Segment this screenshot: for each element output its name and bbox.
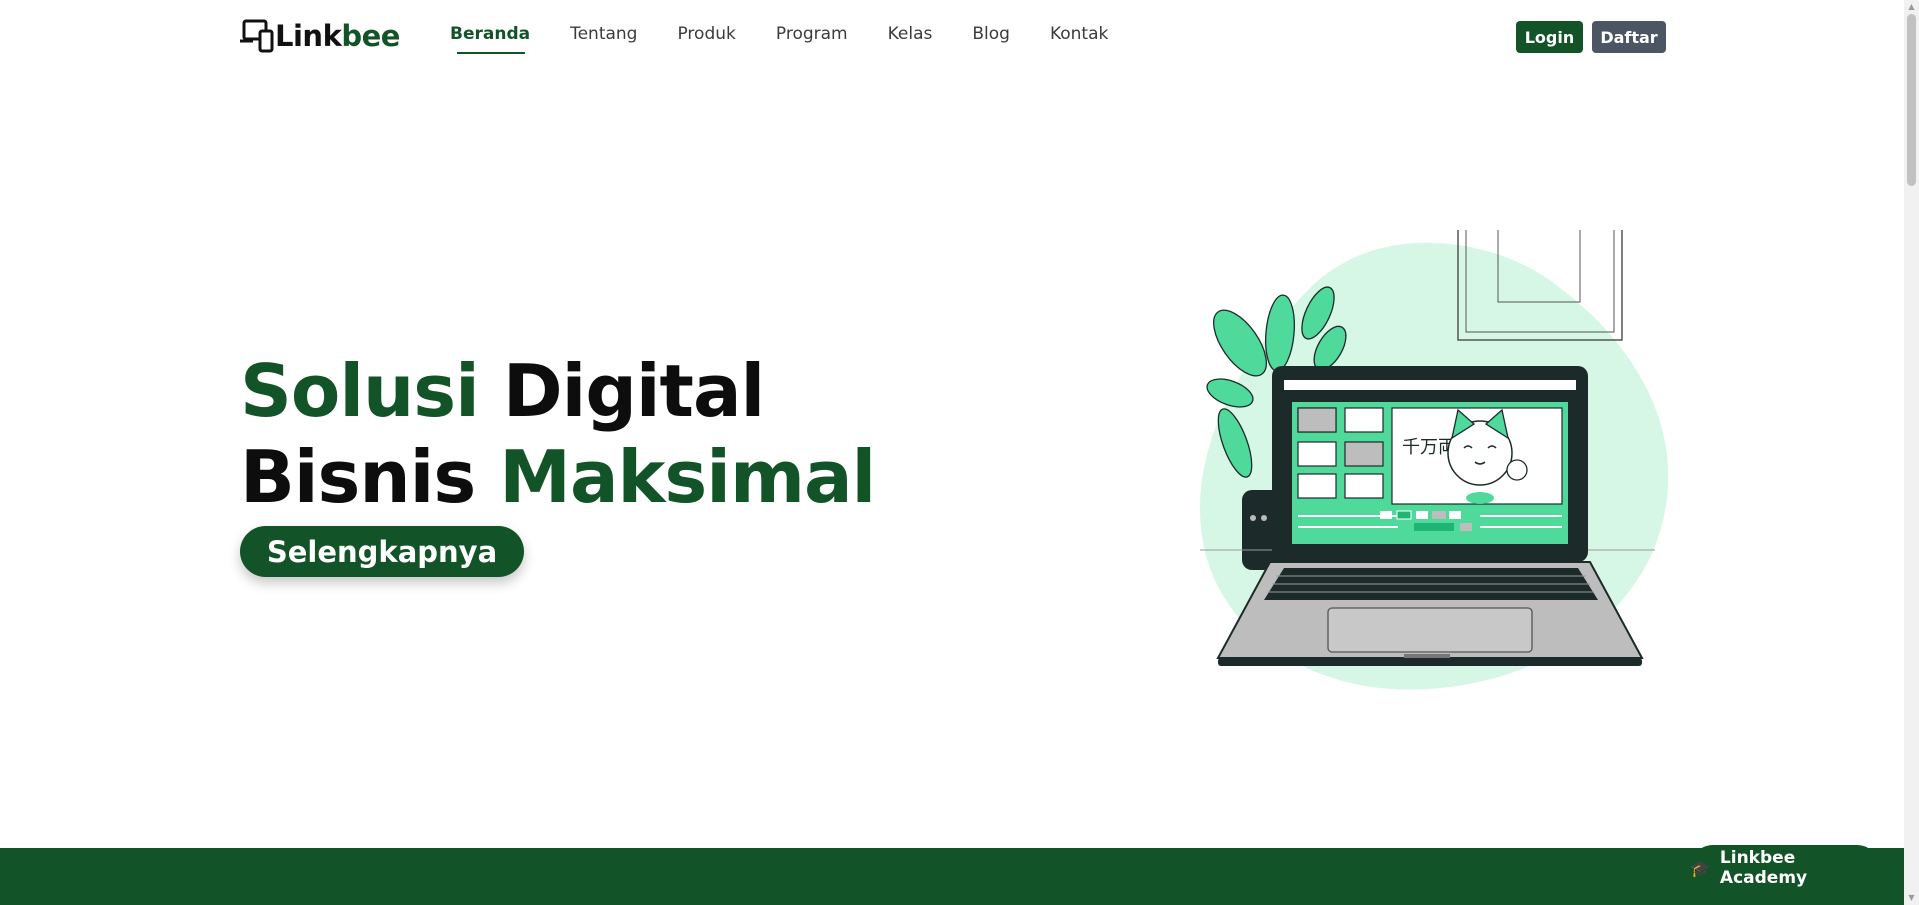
hero-title-word: Solusi	[240, 349, 480, 433]
footer-band	[0, 848, 1904, 905]
brand-name: Linkbee	[275, 19, 400, 53]
hero-title: Solusi Digital Bisnis Maksimal	[240, 348, 876, 520]
nav-item-tentang[interactable]: Tentang	[570, 24, 637, 54]
nav-item-kelas[interactable]: Kelas	[888, 24, 933, 54]
scrollbar-thumb[interactable]	[1907, 14, 1916, 186]
scroll-down-icon[interactable]: ▼	[1904, 891, 1919, 905]
nav-item-produk[interactable]: Produk	[677, 24, 735, 54]
graduation-cap-icon: 🎓	[1690, 858, 1710, 878]
hero-title-word: Digital	[502, 349, 765, 433]
scroll-up-icon[interactable]: ▲	[1904, 0, 1919, 14]
hero-illustration: 千万両	[1180, 228, 1670, 694]
linkbee-academy-label: Linkbee Academy	[1719, 848, 1808, 888]
nav-item-kontak[interactable]: Kontak	[1050, 24, 1108, 54]
login-button[interactable]: Login	[1516, 21, 1583, 53]
hero-title-word: Bisnis	[240, 435, 476, 519]
nav-item-program[interactable]: Program	[776, 24, 848, 54]
nav-item-beranda[interactable]: Beranda	[450, 24, 530, 54]
nav-item-blog[interactable]: Blog	[972, 24, 1010, 54]
main-nav: Beranda Tentang Produk Program Kelas Blo…	[450, 24, 1148, 54]
linkbee-academy-button[interactable]: 🎓 Linkbee Academy	[1690, 845, 1880, 891]
register-button[interactable]: Daftar	[1592, 21, 1666, 53]
devices-icon	[240, 19, 276, 53]
selengkapnya-button[interactable]: Selengkapnya	[240, 526, 524, 577]
site-header: Linkbee Beranda Tentang Produk Program K…	[0, 0, 1904, 72]
hero-title-word: Maksimal	[499, 435, 876, 519]
scrollbar[interactable]: ▲ ▼	[1904, 0, 1919, 905]
logo[interactable]: Linkbee	[240, 18, 400, 54]
